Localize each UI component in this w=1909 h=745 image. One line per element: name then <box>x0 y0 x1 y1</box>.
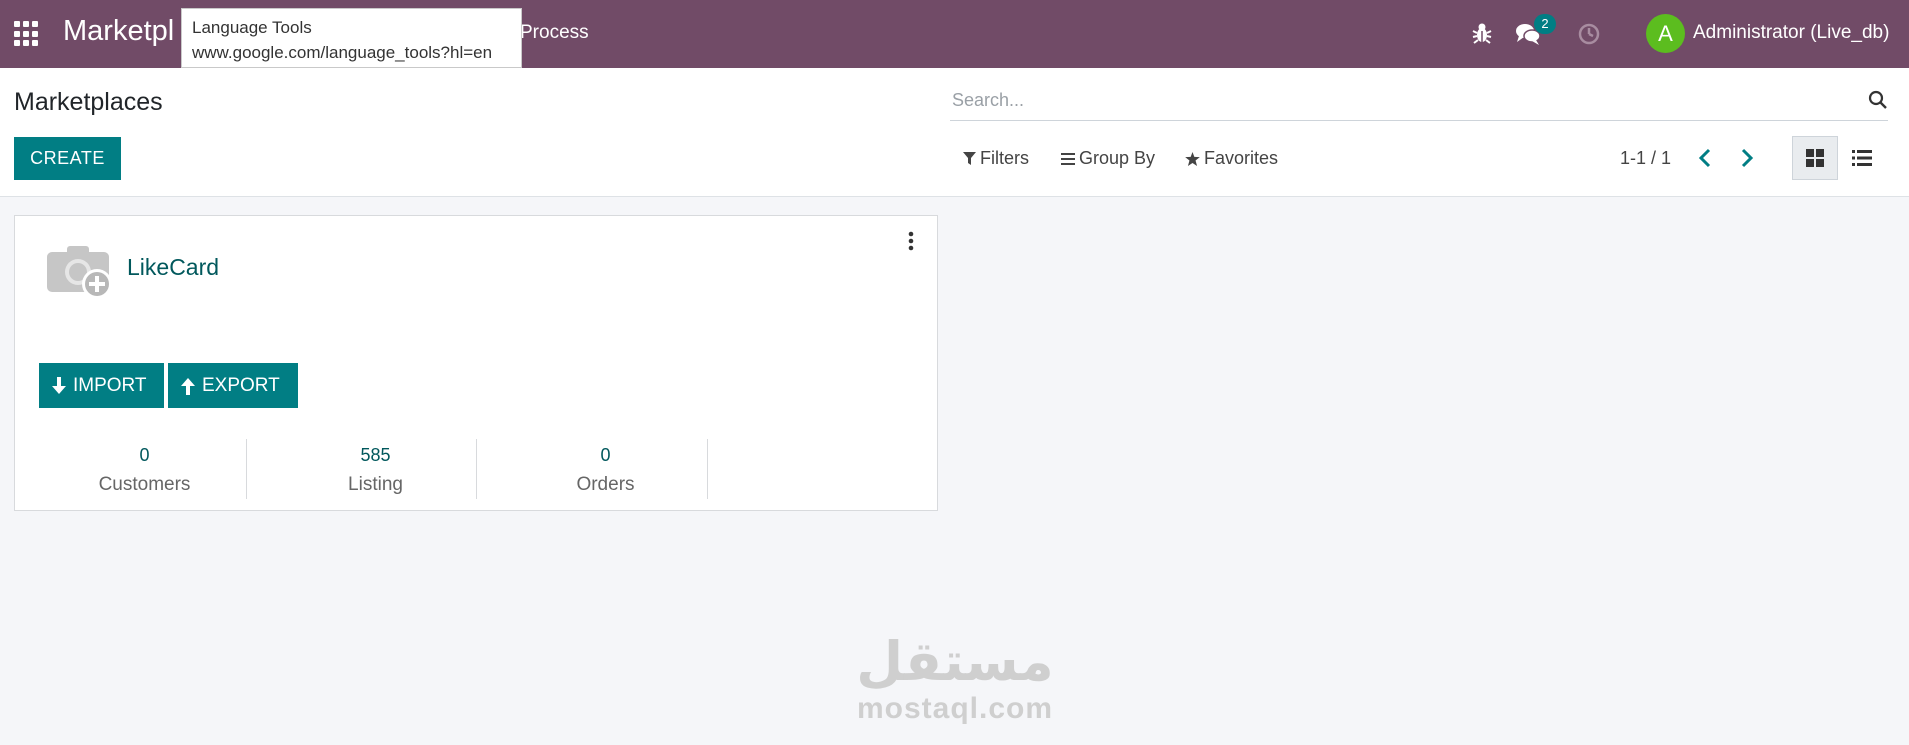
tooltip-title: Language Tools <box>192 18 312 37</box>
filter-funnel-icon <box>963 151 976 165</box>
stat-customers[interactable]: 0 Customers <box>29 439 260 499</box>
create-button[interactable]: CREATE <box>14 137 121 180</box>
page-title: Marketplaces <box>14 88 163 116</box>
group-by-bars-icon <box>1061 152 1075 165</box>
apps-menu-icon[interactable] <box>14 21 40 47</box>
watermark-latin: mostaql.com <box>856 692 1054 725</box>
favorites-dropdown[interactable]: Favorites <box>1185 148 1278 169</box>
search-icon[interactable] <box>1868 90 1888 110</box>
debug-bug-icon[interactable] <box>1472 22 1492 44</box>
marketplace-card[interactable]: LikeCard IMPORT EXPORT 0 Customers 585 L… <box>14 215 938 511</box>
menu-item-process[interactable]: Process <box>520 22 589 44</box>
stat-label: Customers <box>98 474 191 495</box>
stat-divider <box>476 439 477 499</box>
user-menu[interactable]: Administrator (Live_db) <box>1693 22 1889 44</box>
filters-label: Filters <box>980 148 1029 168</box>
kanban-view-button[interactable] <box>1792 136 1838 180</box>
stat-value: 0 <box>600 445 611 465</box>
stat-value: 0 <box>139 445 150 465</box>
stat-listing[interactable]: 585 Listing <box>260 439 491 499</box>
favorites-label: Favorites <box>1204 148 1279 168</box>
pager-next-icon[interactable] <box>1734 146 1758 170</box>
search-bar <box>950 82 1888 121</box>
stat-value: 585 <box>360 445 391 465</box>
arrow-down-icon <box>52 376 66 394</box>
user-avatar[interactable]: A <box>1646 14 1685 53</box>
app-brand[interactable]: Marketpl <box>63 15 174 48</box>
control-panel: Marketplaces CREATE Filters Group By Fav… <box>0 68 1909 197</box>
arrow-up-icon <box>181 377 195 395</box>
camera-placeholder-icon[interactable] <box>47 242 115 300</box>
export-label: EXPORT <box>202 374 280 396</box>
stat-divider <box>246 439 247 499</box>
search-input[interactable] <box>950 82 1834 118</box>
import-label: IMPORT <box>73 374 147 396</box>
stat-orders[interactable]: 0 Orders <box>490 439 721 499</box>
stat-label: Orders <box>576 474 635 495</box>
link-tooltip: Language Tools www.google.com/language_t… <box>181 8 522 68</box>
activity-clock-icon[interactable] <box>1578 23 1600 45</box>
group-by-dropdown[interactable]: Group By <box>1061 148 1155 169</box>
list-view-button[interactable] <box>1839 136 1885 180</box>
watermark-logo: مستقل mostaql.com <box>855 632 1055 726</box>
kanban-grid-icon <box>1806 149 1824 167</box>
favorites-star-icon <box>1185 151 1200 166</box>
stat-divider <box>707 439 708 499</box>
import-button[interactable]: IMPORT <box>39 363 164 408</box>
export-button[interactable]: EXPORT <box>168 363 298 408</box>
stat-label: Listing <box>348 474 403 495</box>
group-by-label: Group By <box>1079 148 1156 168</box>
messages-count-badge: 2 <box>1534 14 1556 34</box>
filters-dropdown[interactable]: Filters <box>963 148 1029 169</box>
pager-value[interactable]: 1-1 / 1 <box>1620 148 1671 169</box>
card-options-icon[interactable] <box>908 231 914 251</box>
tooltip-url: www.google.com/language_tools?hl=en <box>192 43 493 62</box>
watermark-arabic: مستقل <box>856 632 1054 692</box>
marketplace-name[interactable]: LikeCard <box>127 254 219 281</box>
list-view-icon <box>1852 150 1872 166</box>
pager-previous-icon[interactable] <box>1694 146 1718 170</box>
